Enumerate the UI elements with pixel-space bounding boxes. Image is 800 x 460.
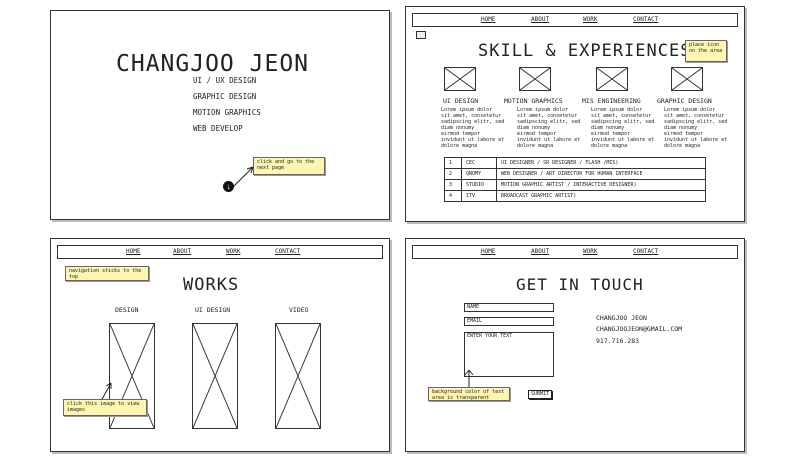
email-field[interactable]: EMAIL	[464, 317, 554, 326]
nav-home[interactable]: HOME	[126, 246, 140, 258]
skill-label-motion: MOTION GRAPHICS	[504, 97, 563, 105]
work-image-video[interactable]	[275, 323, 321, 429]
skill-label-graphic: GRAPHIC DESIGN	[657, 97, 712, 105]
nav-about[interactable]: ABOUT	[173, 246, 191, 258]
menu-item-ui-ux[interactable]: UI / UX DESIGN	[193, 76, 256, 85]
name-field[interactable]: NAME	[464, 303, 554, 312]
skill-label-mis: MIS ENGINEERING	[582, 97, 641, 105]
nav-work[interactable]: WORK	[583, 14, 597, 26]
nav-bar: HOME ABOUT WORK CONTACT	[412, 13, 738, 27]
skill-label-ui: UI DESIGN	[443, 97, 479, 105]
contact-title: GET IN TOUCH	[516, 275, 644, 294]
sticky-note-icon-area: place icon on the area	[685, 40, 727, 62]
nav-about[interactable]: ABOUT	[531, 14, 549, 26]
skill-image-ui	[444, 67, 476, 91]
nav-contact[interactable]: CONTACT	[633, 246, 658, 258]
table-cell: STUDIO	[461, 179, 497, 191]
skill-image-motion	[519, 67, 551, 91]
nav-home[interactable]: HOME	[481, 246, 495, 258]
menu-item-graphic[interactable]: GRAPHIC DESIGN	[193, 92, 256, 101]
sticky-note-view-images: click this image to view images	[63, 399, 147, 416]
skill-desc-mis: Lorem ipsum dolor sit amet, consetetur s…	[591, 107, 655, 149]
menu-item-motion[interactable]: MOTION GRAPHICS	[193, 108, 261, 117]
table-cell: CEC	[461, 157, 497, 169]
sticky-note-transparent: background color of text area is transpa…	[428, 387, 510, 401]
table-cell: 3	[444, 179, 462, 191]
menu-item-web[interactable]: WEB DEVELOP	[193, 124, 243, 133]
nav-home[interactable]: HOME	[481, 14, 495, 26]
submit-button[interactable]: SUBMIT	[528, 390, 552, 399]
table-cell: ITV	[461, 190, 497, 202]
work-image-ui-design[interactable]	[192, 323, 238, 429]
nav-contact[interactable]: CONTACT	[275, 246, 300, 258]
nav-work[interactable]: WORK	[583, 246, 597, 258]
table-cell: WEB DESIGNER / ART DIRECTOR FOR HUMAN IN…	[496, 168, 706, 180]
nav-work[interactable]: WORK	[226, 246, 240, 258]
experience-table: 1 CEC UI DESIGNER / SR DESIGNER / FLASH …	[444, 157, 706, 202]
table-cell: 2	[444, 168, 462, 180]
nav-bar: HOME ABOUT WORK CONTACT	[412, 245, 738, 259]
panel-intro: CHANGJOO JEON UI / UX DESIGN GRAPHIC DES…	[50, 10, 390, 220]
category-ui-design: UI DESIGN	[195, 306, 231, 314]
comment-icon	[416, 31, 426, 39]
skill-image-graphic	[671, 67, 703, 91]
skill-image-mis	[596, 67, 628, 91]
category-design: DESIGN	[115, 306, 139, 314]
table-row: 1 CEC UI DESIGNER / SR DESIGNER / FLASH …	[444, 157, 706, 169]
nav-bar: HOME ABOUT WORK CONTACT	[57, 245, 383, 259]
table-row: 2 QNOMY WEB DESIGNER / ART DIRECTOR FOR …	[444, 168, 706, 180]
sticky-note-next-page: click and go to the next page	[253, 157, 325, 175]
table-row: 3 STUDIO MOTION GRAPHIC ARTIST / INTERAC…	[444, 179, 706, 191]
table-cell: UI DESIGNER / SR DESIGNER / FLASH /MIS)	[496, 157, 706, 169]
contact-email[interactable]: CHANGJOOJEON@GMAIL.COM	[596, 325, 682, 333]
table-cell: QNOMY	[461, 168, 497, 180]
skill-desc-ui: Lorem ipsum dolor sit amet, consetetur s…	[441, 107, 505, 149]
sticky-note-nav-sticks: navigation sticks to the top	[65, 266, 149, 281]
table-cell: BROADCAST GRAPHIC ARTIST)	[496, 190, 706, 202]
skill-desc-graphic: Lorem ipsum dolor sit amet, consetetur s…	[664, 107, 728, 149]
arrow-line	[232, 166, 254, 188]
nav-contact[interactable]: CONTACT	[633, 14, 658, 26]
panel-skills: HOME ABOUT WORK CONTACT SKILL & EXPERIEN…	[405, 6, 745, 222]
table-cell: MOTION GRAPHIC ARTIST / INTERACTIVE DESI…	[496, 179, 706, 191]
site-owner-name: CHANGJOO JEON	[116, 51, 310, 77]
panel-works: HOME ABOUT WORK CONTACT navigation stick…	[50, 238, 390, 452]
table-row: 4 ITV BROADCAST GRAPHIC ARTIST)	[444, 190, 706, 202]
skills-title: SKILL & EXPERIENCES	[478, 41, 692, 61]
down-arrow-icon[interactable]: ↓	[223, 181, 234, 192]
contact-phone: 917.716.283	[596, 337, 640, 345]
nav-about[interactable]: ABOUT	[531, 246, 549, 258]
skill-desc-motion: Lorem ipsum dolor sit amet, consetetur s…	[517, 107, 581, 149]
panel-contact: HOME ABOUT WORK CONTACT GET IN TOUCH NAM…	[405, 238, 745, 452]
works-title: WORKS	[183, 275, 240, 295]
contact-name: CHANGJOO JEON	[596, 314, 647, 322]
table-cell: 1	[444, 157, 462, 169]
table-cell: 4	[444, 190, 462, 202]
category-video: VIDEO	[289, 306, 309, 314]
